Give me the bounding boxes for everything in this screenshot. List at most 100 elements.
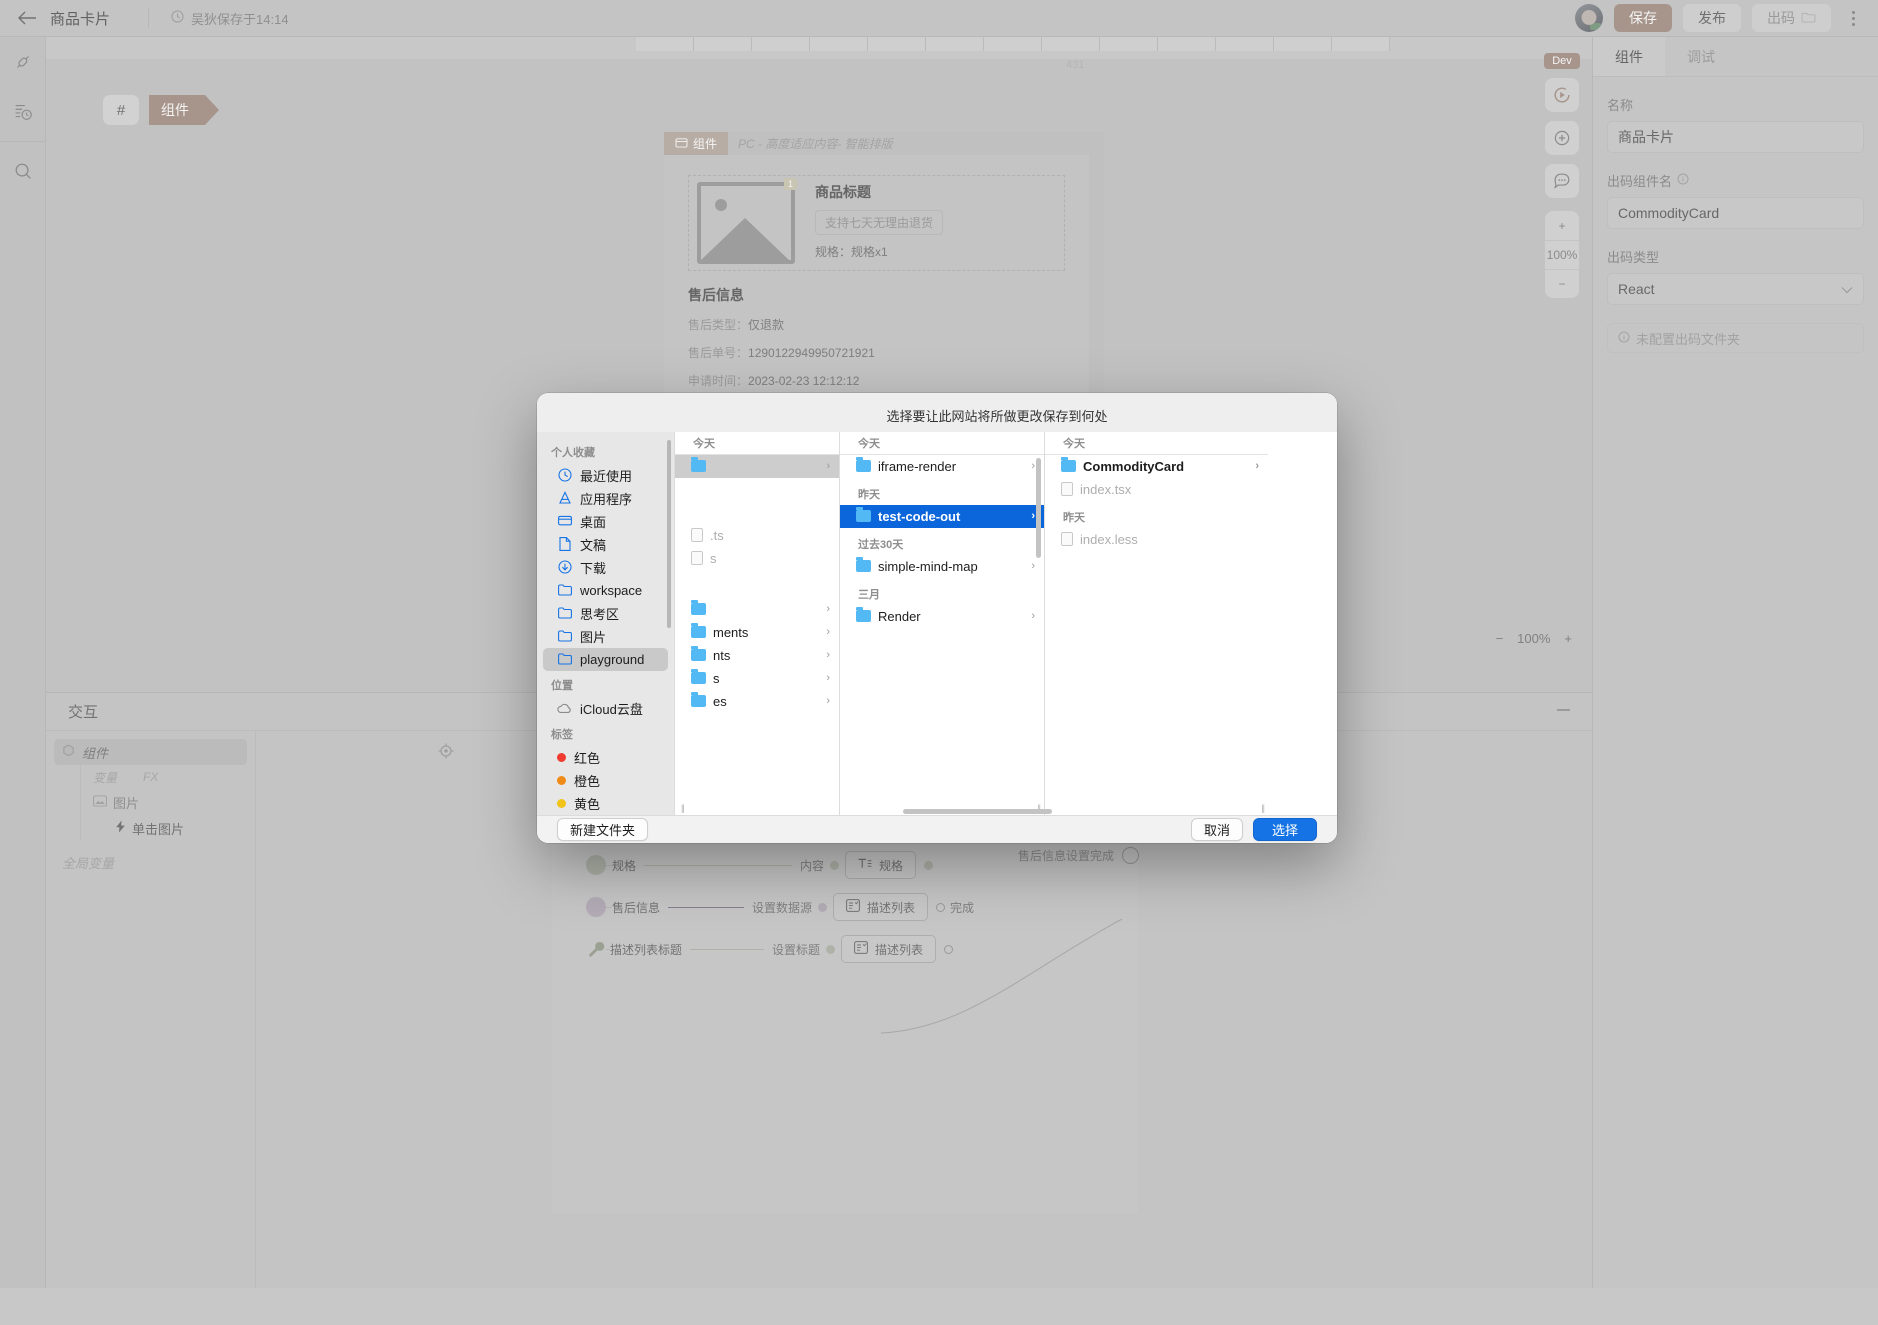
plugin-icon[interactable] bbox=[0, 37, 46, 87]
sidebar-item-downloads[interactable]: 下载 bbox=[543, 556, 668, 579]
save-location-dialog[interactable]: 选择要让此网站将所做更改保存到何处 个人收藏 最近使用 应用程序 桌面 文稿 下… bbox=[537, 393, 1337, 843]
export-type-select[interactable]: React bbox=[1607, 273, 1864, 305]
interaction-zoom-out-button[interactable]: − bbox=[1496, 631, 1504, 646]
dialog-title: 选择要让此网站将所做更改保存到何处 bbox=[886, 409, 1108, 424]
interaction-tree-root-label: 组件 bbox=[82, 745, 109, 761]
file-row[interactable]: nts › bbox=[675, 644, 839, 667]
column-group-header: 三月 bbox=[858, 588, 880, 601]
avatar[interactable] bbox=[1575, 4, 1603, 32]
product-image-placeholder[interactable] bbox=[697, 182, 795, 264]
flow-input-port[interactable] bbox=[818, 902, 828, 912]
sidebar-item-desktop[interactable]: 桌面 bbox=[543, 510, 668, 533]
cancel-button[interactable]: 取消 bbox=[1190, 817, 1243, 841]
publish-button[interactable]: 发布 bbox=[1683, 4, 1741, 32]
column-group-header: 今天 bbox=[675, 432, 839, 455]
file-row[interactable]: index.less bbox=[1045, 528, 1268, 551]
folder-icon bbox=[691, 692, 706, 708]
export-folder-notice[interactable]: 未配置出码文件夹 bbox=[1607, 323, 1864, 353]
file-row[interactable]: s › bbox=[675, 667, 839, 690]
tab-debug[interactable]: 调试 bbox=[1665, 37, 1737, 76]
sidebar-item-icloud[interactable]: iCloud云盘 bbox=[543, 697, 668, 720]
file-column-2[interactable]: 今天 iframe-render › 昨天 test-code-out › 过去30… bbox=[839, 431, 1044, 815]
interaction-zoom-level[interactable]: 100% bbox=[1517, 631, 1550, 646]
dialog-sidebar[interactable]: 个人收藏 最近使用 应用程序 桌面 文稿 下载 workspace 思考区 图片… bbox=[537, 431, 674, 815]
sidebar-item-recents[interactable]: 最近使用 bbox=[543, 464, 668, 487]
file-row[interactable]: es › bbox=[675, 690, 839, 713]
name-input[interactable]: 商品卡片 bbox=[1607, 121, 1864, 153]
component-tag[interactable]: 组件 bbox=[149, 95, 219, 125]
flow-node-label: 规格 bbox=[879, 858, 904, 873]
file-row[interactable]: index.tsx bbox=[1045, 478, 1268, 501]
file-row[interactable]: CommodityCard › bbox=[1045, 455, 1268, 478]
horizontal-scrollbar[interactable] bbox=[675, 808, 1113, 814]
export-code-button[interactable]: 出码 bbox=[1752, 4, 1831, 32]
sidebar-item-tag-red[interactable]: 红色 bbox=[543, 746, 668, 769]
more-vertical-icon[interactable] bbox=[1842, 10, 1864, 26]
file-row[interactable]: ments › bbox=[675, 621, 839, 644]
frame-hash-button[interactable]: # bbox=[103, 95, 139, 125]
sidebar-item-playground[interactable]: playground bbox=[543, 647, 668, 671]
flow-output-port[interactable] bbox=[924, 860, 934, 870]
wrench-icon[interactable] bbox=[586, 939, 606, 959]
flow-source-dot[interactable] bbox=[586, 855, 606, 875]
sidebar-item-label: 黄色 bbox=[574, 796, 601, 812]
comment-icon[interactable] bbox=[1545, 164, 1579, 198]
back-arrow-icon[interactable] bbox=[16, 7, 38, 29]
flow-node[interactable]: 规格 bbox=[845, 851, 917, 879]
flow-output-event[interactable]: 售后信息设置完成 bbox=[1018, 847, 1140, 864]
canvas-zoom-out-button[interactable]: − bbox=[1545, 269, 1579, 298]
sidebar-item-tag-orange[interactable]: 橙色 bbox=[543, 769, 668, 792]
flow-source-dot[interactable] bbox=[586, 897, 606, 917]
search-icon[interactable] bbox=[0, 146, 46, 196]
file-row[interactable]: .ts bbox=[675, 524, 839, 547]
minimize-icon[interactable] bbox=[1557, 709, 1570, 711]
file-row[interactable]: test-code-out › bbox=[840, 504, 1044, 528]
play-record-icon[interactable] bbox=[1545, 78, 1579, 112]
file-column-1[interactable]: 今天 › .ts s › ments › nts › s › es › || bbox=[674, 431, 839, 815]
new-folder-button[interactable]: 新建文件夹 bbox=[557, 817, 649, 841]
file-row[interactable]: Render › bbox=[840, 605, 1044, 628]
tab-component[interactable]: 组件 bbox=[1593, 37, 1665, 76]
info-icon[interactable] bbox=[1677, 173, 1689, 188]
file-row[interactable]: simple-mind-map › bbox=[840, 555, 1044, 578]
interaction-tree-event-click-image[interactable]: 单击图片 bbox=[93, 815, 247, 841]
sidebar-item-applications[interactable]: 应用程序 bbox=[543, 487, 668, 510]
product-title: 商品标题 bbox=[815, 184, 871, 200]
dev-mode-badge[interactable]: Dev bbox=[1544, 53, 1580, 69]
canvas-zoom-in-button[interactable]: + bbox=[1545, 211, 1579, 240]
interaction-tree-root[interactable]: 组件 bbox=[54, 739, 247, 765]
sidebar-item-tag-yellow[interactable]: 黄色 bbox=[543, 792, 668, 815]
sidebar-scrollbar[interactable] bbox=[667, 439, 671, 628]
file-row[interactable]: › bbox=[675, 454, 839, 478]
artboard-tab-component[interactable]: 组件 bbox=[664, 132, 729, 155]
flow-input-port[interactable] bbox=[826, 944, 836, 954]
add-circle-icon[interactable] bbox=[1545, 121, 1579, 155]
file-row[interactable]: iframe-render › bbox=[840, 455, 1044, 478]
artboard[interactable]: 组件 PC - 高度适应内容- 智能排版 1 商品标题 支持七天无理由退货 规格… bbox=[664, 132, 1104, 432]
interaction-zoom-in-button[interactable]: + bbox=[1564, 631, 1572, 646]
export-name-input[interactable]: CommodityCard bbox=[1607, 197, 1864, 229]
flow-input-port[interactable] bbox=[830, 860, 840, 870]
aftersale-value: 1290122949950721921 bbox=[748, 346, 875, 360]
column-resize-grip[interactable]: || bbox=[1261, 803, 1265, 813]
flow-output-port[interactable] bbox=[1122, 847, 1140, 864]
choose-button[interactable]: 选择 bbox=[1252, 817, 1317, 841]
canvas-zoom-level[interactable]: 100% bbox=[1545, 240, 1579, 269]
folder-icon bbox=[856, 507, 871, 523]
file-row[interactable]: s bbox=[675, 547, 839, 570]
interaction-tree-item-image[interactable]: 图片 bbox=[93, 789, 247, 815]
recents-clock-icon bbox=[557, 468, 572, 482]
file-column-3[interactable]: 今天 CommodityCard › index.tsx 昨天 index.les… bbox=[1044, 431, 1268, 815]
sidebar-item-thinking[interactable]: 思考区 bbox=[543, 602, 668, 625]
sidebar-item-documents[interactable]: 文稿 bbox=[543, 533, 668, 556]
sidebar-item-workspace[interactable]: workspace bbox=[543, 579, 668, 602]
column-scrollbar[interactable] bbox=[1036, 457, 1041, 558]
file-row[interactable]: › bbox=[675, 598, 839, 621]
sidebar-item-pictures[interactable]: 图片 bbox=[543, 625, 668, 648]
chevron-down-icon bbox=[1841, 281, 1853, 297]
save-button[interactable]: 保存 bbox=[1614, 4, 1672, 32]
history-icon[interactable] bbox=[0, 87, 46, 137]
interaction-tree-global-vars[interactable]: 全局变量 bbox=[54, 841, 247, 872]
dialog-browser: 个人收藏 最近使用 应用程序 桌面 文稿 下载 workspace 思考区 图片… bbox=[537, 431, 1337, 815]
crosshair-icon[interactable] bbox=[438, 743, 454, 759]
